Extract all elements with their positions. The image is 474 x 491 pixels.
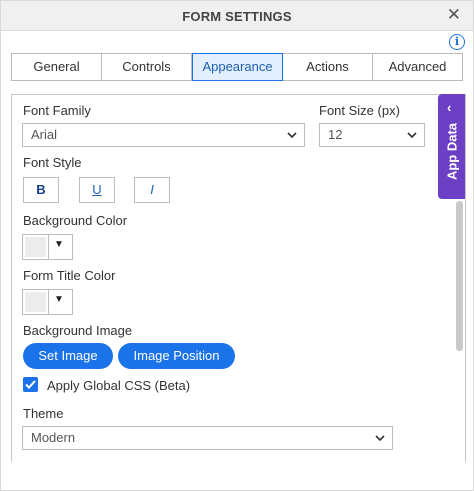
theme-select[interactable]: Modern <box>22 426 393 450</box>
picker-divider <box>48 290 49 314</box>
tab-advanced[interactable]: Advanced <box>373 54 462 80</box>
settings-tabs: General Controls Appearance Actions Adva… <box>11 53 463 81</box>
color-swatch <box>25 292 46 312</box>
info-icon[interactable]: i <box>449 34 465 50</box>
checkmark-icon <box>25 380 36 389</box>
tab-appearance[interactable]: Appearance <box>192 53 283 81</box>
color-swatch <box>25 237 46 257</box>
chevron-down-icon <box>407 132 417 139</box>
background-image-label: Background Image <box>23 323 133 338</box>
dialog-titlebar: FORM SETTINGS ✕ <box>1 1 473 31</box>
background-color-label: Background Color <box>23 213 128 228</box>
form-title-color-picker[interactable]: ▼ <box>22 289 73 315</box>
font-size-label: Font Size (px) <box>319 103 400 118</box>
image-position-button[interactable]: Image Position <box>118 343 235 369</box>
set-image-button[interactable]: Set Image <box>23 343 113 369</box>
panel-scrollbar[interactable] <box>456 201 463 351</box>
app-data-tab[interactable]: ‹ App Data <box>438 94 465 199</box>
global-css-label: Apply Global CSS (Beta) <box>47 378 191 393</box>
underline-button[interactable]: U <box>79 177 115 203</box>
app-data-label: App Data <box>444 122 460 181</box>
bold-button[interactable]: B <box>23 177 59 203</box>
global-css-checkbox[interactable] <box>23 377 38 392</box>
caret-down-icon: ▼ <box>54 239 64 250</box>
form-title-color-label: Form Title Color <box>23 268 116 283</box>
chevron-left-icon: ‹ <box>447 100 452 115</box>
font-family-select[interactable]: Arial <box>22 123 305 147</box>
caret-down-icon: ▼ <box>54 294 64 305</box>
theme-value: Modern <box>31 430 76 445</box>
chevron-down-icon <box>375 435 385 442</box>
font-style-label: Font Style <box>23 155 82 170</box>
theme-label: Theme <box>23 406 64 421</box>
font-family-value: Arial <box>31 127 58 142</box>
dialog-title: FORM SETTINGS <box>182 9 292 24</box>
chevron-down-icon <box>287 132 297 139</box>
form-settings-dialog: FORM SETTINGS ✕ i General Controls Appea… <box>0 0 474 491</box>
font-family-label: Font Family <box>23 103 91 118</box>
background-color-picker[interactable]: ▼ <box>22 234 73 260</box>
picker-divider <box>48 235 49 259</box>
font-size-select[interactable]: 12 <box>319 123 425 147</box>
close-icon[interactable]: ✕ <box>447 5 461 25</box>
tab-general[interactable]: General <box>12 54 102 80</box>
font-size-value: 12 <box>328 127 343 142</box>
italic-button[interactable]: I <box>134 177 170 203</box>
tab-actions[interactable]: Actions <box>283 54 373 80</box>
tab-controls[interactable]: Controls <box>102 54 192 80</box>
